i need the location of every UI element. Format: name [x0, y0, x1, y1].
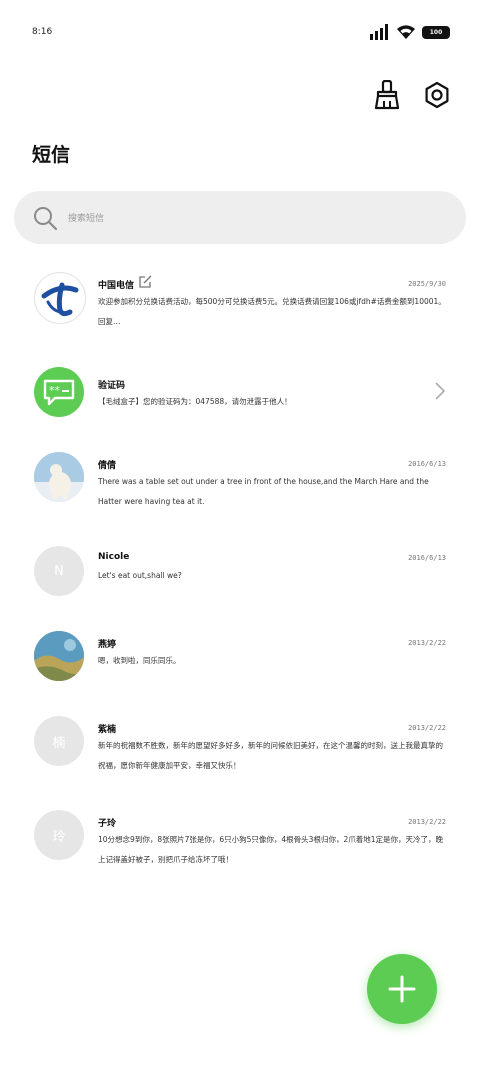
svg-text:**: ** [49, 384, 61, 397]
avatar-letter: 玲 [52, 829, 66, 845]
message-date: 2025/9/30 [408, 280, 446, 288]
edit-icon[interactable] [138, 274, 153, 289]
message-preview: 嗯，收到啦，同乐同乐。 [98, 656, 181, 665]
avatar-letter: 楠 [52, 735, 66, 751]
page-title: 短信 [32, 144, 71, 166]
contact-name: 中国电信 [98, 281, 135, 291]
contact-name: 倩倩 [98, 461, 117, 471]
status-icons: 100 [370, 24, 450, 40]
chevron-right-icon[interactable] [434, 381, 446, 401]
conversation-item[interactable]: 玲 子玲 2013/2/22 10分想念9到你，8张照片7张是你，6只小狗5只像… [0, 800, 480, 880]
message-preview: 新年的祝福数不胜数，新年的愿望好多好多，新年的问候依旧美好，在这个温馨的时刻，送… [98, 741, 443, 770]
conversation-item[interactable]: 楠 紫楠 2013/2/22 新年的祝福数不胜数，新年的愿望好多好多，新年的问候… [0, 706, 480, 786]
message-date: 2016/6/13 [408, 554, 446, 562]
plus-icon [388, 975, 416, 1003]
message-bubble-avatar: ** [34, 367, 84, 417]
conversation-item[interactable]: 倩倩 2016/6/13 There was a table set out u… [0, 442, 480, 522]
conversation-item[interactable]: ** 验证码 【毛绒盒子】您的验证码为：047588，请勿泄露于他人！ [0, 362, 480, 422]
message-bubble-icon: ** [43, 379, 75, 406]
conversation-item[interactable]: N Nicole 2016/6/13 Let's eat out,shall w… [0, 536, 480, 606]
contact-name: 燕婷 [98, 640, 117, 650]
search-placeholder: 搜索短信 [68, 214, 105, 224]
search-input[interactable]: 搜索短信 [14, 191, 466, 244]
message-date: 2013/2/22 [408, 818, 446, 826]
top-actions [370, 78, 454, 112]
clean-button[interactable] [370, 78, 404, 112]
message-preview: 10分想念9到你，8张照片7张是你，6只小狗5只像你，4根骨头3根归你，2爪着地… [98, 835, 443, 864]
letter-avatar: 楠 [34, 716, 84, 766]
signal-icon [370, 24, 388, 40]
battery-icon: 100 [422, 25, 450, 39]
letter-avatar: N [34, 546, 84, 596]
contact-name: 验证码 [98, 381, 126, 391]
status-bar: 8:16 100 [0, 0, 480, 60]
new-message-button[interactable] [367, 954, 437, 1024]
search-icon [34, 206, 58, 230]
china-telecom-logo [34, 272, 86, 324]
message-preview: 欢迎参加积分兑换话费活动，每500分可兑换话费5元。兑换话费请回复106或jfd… [98, 297, 446, 326]
contact-name: 子玲 [98, 819, 117, 829]
status-time: 8:16 [32, 27, 53, 37]
settings-button[interactable] [420, 78, 454, 112]
conversation-item[interactable]: 燕婷 2013/2/22 嗯，收到啦，同乐同乐。 [0, 621, 480, 691]
letter-avatar: 玲 [34, 810, 84, 860]
message-preview: There was a table set out under a tree i… [98, 477, 429, 506]
message-date: 2013/2/22 [408, 639, 446, 647]
contact-name: Nicole [98, 552, 130, 562]
settings-icon [425, 81, 449, 109]
broom-icon [374, 80, 400, 110]
avatar-letter: N [54, 563, 64, 579]
conversation-item[interactable]: 中国电信 2025/9/30 欢迎参加积分兑换话费活动，每500分可兑换话费5元… [0, 262, 480, 342]
message-date: 2016/6/13 [408, 460, 446, 468]
landscape-avatar [34, 631, 84, 681]
wifi-icon [397, 25, 415, 39]
battery-level: 100 [429, 28, 443, 36]
message-date: 2013/2/22 [408, 724, 446, 732]
message-preview: Let's eat out,shall we? [98, 571, 182, 580]
polar-bear-avatar [34, 452, 84, 502]
contact-name: 紫楠 [98, 725, 117, 735]
message-preview: 【毛绒盒子】您的验证码为：047588，请勿泄露于他人！ [98, 397, 292, 406]
